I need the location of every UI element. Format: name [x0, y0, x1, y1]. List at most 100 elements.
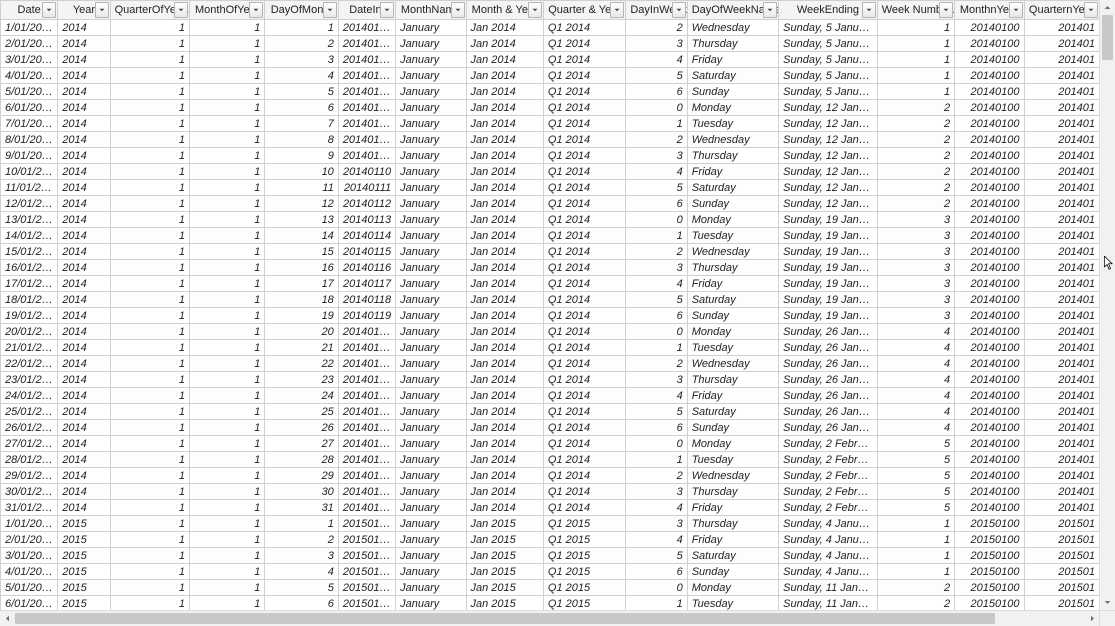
cell-date[interactable]: 5/01/2015: [1, 580, 58, 596]
cell-weekending[interactable]: Sunday, 12 January 2014: [779, 148, 878, 164]
cell-dayofmonth[interactable]: 7: [265, 116, 338, 132]
column-header-dayofmonth[interactable]: DayOfMonth: [265, 1, 338, 20]
cell-quarterofyear[interactable]: 1: [110, 244, 189, 260]
cell-monthnyear[interactable]: 20150100: [955, 532, 1024, 548]
cell-dayofmonth[interactable]: 17: [265, 276, 338, 292]
cell-quarterofyear[interactable]: 1: [110, 180, 189, 196]
cell-dayinweek[interactable]: 6: [626, 84, 687, 100]
cell-monthnyear[interactable]: 20140100: [955, 340, 1024, 356]
cell-monthyear[interactable]: Jan 2014: [466, 420, 543, 436]
cell-monthofyear[interactable]: 1: [190, 324, 265, 340]
cell-dateint[interactable]: 20140104: [338, 68, 395, 84]
cell-date[interactable]: 21/01/2014: [1, 340, 58, 356]
filter-dropdown-icon[interactable]: [939, 2, 953, 18]
cell-quarteryear[interactable]: Q1 2014: [543, 52, 625, 68]
cell-dateint[interactable]: 20140122: [338, 356, 395, 372]
column-header-monthofyear[interactable]: MonthOfYear: [190, 1, 265, 20]
cell-dayofweekname[interactable]: Saturday: [687, 404, 778, 420]
cell-dayinweek[interactable]: 5: [626, 180, 687, 196]
cell-dateint[interactable]: 20140125: [338, 404, 395, 420]
cell-weeknumber[interactable]: 1: [877, 36, 954, 52]
cell-date[interactable]: 29/01/2014: [1, 468, 58, 484]
cell-quarterofyear[interactable]: 1: [110, 228, 189, 244]
cell-monthname[interactable]: January: [396, 436, 466, 452]
cell-monthnyear[interactable]: 20140100: [955, 100, 1024, 116]
cell-dayinweek[interactable]: 3: [626, 148, 687, 164]
cell-dayinweek[interactable]: 1: [626, 452, 687, 468]
cell-weekending[interactable]: Sunday, 4 January 2015: [779, 532, 878, 548]
cell-monthyear[interactable]: Jan 2014: [466, 324, 543, 340]
cell-quarteryear[interactable]: Q1 2014: [543, 452, 625, 468]
table-row[interactable]: 21/01/20142014112120140121JanuaryJan 201…: [1, 340, 1100, 356]
cell-monthnyear[interactable]: 20140100: [955, 148, 1024, 164]
cell-quarteryear[interactable]: Q1 2014: [543, 468, 625, 484]
column-header-year[interactable]: Year: [58, 1, 110, 20]
cell-dateint[interactable]: 20140129: [338, 468, 395, 484]
cell-quarterofyear[interactable]: 1: [110, 68, 189, 84]
cell-quarternyear[interactable]: 201401: [1024, 388, 1100, 404]
cell-quarternyear[interactable]: 201401: [1024, 212, 1100, 228]
cell-year[interactable]: 2014: [58, 36, 110, 52]
cell-quarternyear[interactable]: 201501: [1024, 580, 1100, 596]
cell-monthname[interactable]: January: [396, 532, 466, 548]
cell-date[interactable]: 14/01/2014: [1, 228, 58, 244]
cell-monthofyear[interactable]: 1: [190, 532, 265, 548]
table-row[interactable]: 24/01/20142014112420140124JanuaryJan 201…: [1, 388, 1100, 404]
cell-quarterofyear[interactable]: 1: [110, 372, 189, 388]
cell-weekending[interactable]: Sunday, 19 January 2014: [779, 212, 878, 228]
table-row[interactable]: 26/01/20142014112620140126JanuaryJan 201…: [1, 420, 1100, 436]
cell-dateint[interactable]: 20140101: [338, 20, 395, 36]
cell-monthname[interactable]: January: [396, 452, 466, 468]
table-row[interactable]: 25/01/20142014112520140125JanuaryJan 201…: [1, 404, 1100, 420]
cell-year[interactable]: 2014: [58, 52, 110, 68]
cell-monthnyear[interactable]: 20140100: [955, 356, 1024, 372]
cell-quarteryear[interactable]: Q1 2014: [543, 68, 625, 84]
cell-quarterofyear[interactable]: 1: [110, 356, 189, 372]
cell-year[interactable]: 2014: [58, 148, 110, 164]
cell-quarternyear[interactable]: 201401: [1024, 324, 1100, 340]
cell-monthofyear[interactable]: 1: [190, 404, 265, 420]
cell-date[interactable]: 3/01/2015: [1, 548, 58, 564]
cell-monthofyear[interactable]: 1: [190, 500, 265, 516]
cell-dayinweek[interactable]: 3: [626, 484, 687, 500]
cell-year[interactable]: 2014: [58, 468, 110, 484]
cell-monthofyear[interactable]: 1: [190, 260, 265, 276]
cell-quarteryear[interactable]: Q1 2014: [543, 148, 625, 164]
cell-weeknumber[interactable]: 4: [877, 324, 954, 340]
cell-monthname[interactable]: January: [396, 372, 466, 388]
cell-dayofmonth[interactable]: 10: [265, 164, 338, 180]
column-header-quarteryear[interactable]: Quarter & Year: [543, 1, 625, 20]
table-row[interactable]: 29/01/20142014112920140129JanuaryJan 201…: [1, 468, 1100, 484]
table-row[interactable]: 20/01/20142014112020140120JanuaryJan 201…: [1, 324, 1100, 340]
cell-monthofyear[interactable]: 1: [190, 84, 265, 100]
cell-monthofyear[interactable]: 1: [190, 132, 265, 148]
cell-dayinweek[interactable]: 2: [626, 244, 687, 260]
cell-dateint[interactable]: 20140111: [338, 180, 395, 196]
cell-date[interactable]: 1/01/2014: [1, 20, 58, 36]
column-header-dayofweekname[interactable]: DayOfWeekName: [687, 1, 778, 20]
table-row[interactable]: 3/01/2014201411320140103JanuaryJan 2014Q…: [1, 52, 1100, 68]
cell-weekending[interactable]: Sunday, 12 January 2014: [779, 196, 878, 212]
cell-monthofyear[interactable]: 1: [190, 196, 265, 212]
cell-dayofmonth[interactable]: 22: [265, 356, 338, 372]
cell-year[interactable]: 2014: [58, 260, 110, 276]
cell-weeknumber[interactable]: 3: [877, 228, 954, 244]
cell-year[interactable]: 2015: [58, 532, 110, 548]
cell-year[interactable]: 2014: [58, 452, 110, 468]
cell-weeknumber[interactable]: 1: [877, 516, 954, 532]
table-row[interactable]: 4/01/2014201411420140104JanuaryJan 2014Q…: [1, 68, 1100, 84]
cell-dayofweekname[interactable]: Thursday: [687, 484, 778, 500]
cell-year[interactable]: 2014: [58, 116, 110, 132]
cell-year[interactable]: 2014: [58, 84, 110, 100]
filter-dropdown-icon[interactable]: [862, 2, 876, 18]
column-header-quarternyear[interactable]: QuarternYear: [1024, 1, 1100, 20]
cell-weekending[interactable]: Sunday, 26 January 2014: [779, 340, 878, 356]
cell-dateint[interactable]: 20140127: [338, 436, 395, 452]
cell-dayofmonth[interactable]: 11: [265, 180, 338, 196]
cell-monthname[interactable]: January: [396, 164, 466, 180]
cell-quarteryear[interactable]: Q1 2014: [543, 324, 625, 340]
cell-monthofyear[interactable]: 1: [190, 116, 265, 132]
cell-quarteryear[interactable]: Q1 2014: [543, 164, 625, 180]
cell-weekending[interactable]: Sunday, 12 January 2014: [779, 132, 878, 148]
cell-quarterofyear[interactable]: 1: [110, 20, 189, 36]
